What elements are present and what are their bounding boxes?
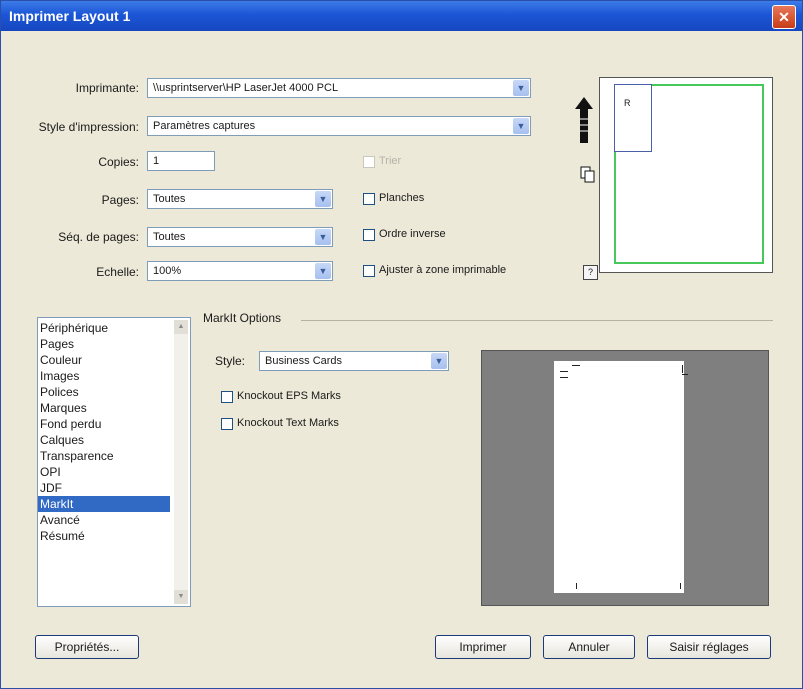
section-divider [301, 320, 773, 321]
help-icon[interactable]: ? [583, 265, 598, 280]
crop-mark [560, 377, 568, 378]
dialog-title: Imprimer Layout 1 [9, 8, 131, 24]
list-item[interactable]: Couleur [38, 352, 190, 368]
close-button[interactable]: ✕ [772, 5, 796, 29]
section-title: MarkIt Options [203, 311, 282, 325]
scale-value: 100% [153, 265, 182, 277]
scale-select[interactable]: 100% ▼ [147, 261, 333, 281]
print-style-select[interactable]: Paramètres captures ▼ [147, 116, 531, 136]
list-item[interactable]: Transparence [38, 448, 190, 464]
collate-checkbox[interactable] [363, 156, 375, 168]
reverse-order-checkbox[interactable] [363, 229, 375, 241]
list-scrollbar[interactable]: ▲ ▼ [174, 320, 188, 604]
list-item[interactable]: MarkIt [38, 496, 170, 512]
crop-mark [682, 365, 683, 373]
copies-label: Copies: [98, 155, 139, 169]
category-list[interactable]: Périphérique Pages Couleur Images Polices Mar… [37, 317, 191, 607]
list-item[interactable]: Fond perdu [38, 416, 190, 432]
close-icon: ✕ [778, 9, 790, 25]
spreads-checkbox[interactable] [363, 193, 375, 205]
copy-pages-icon [580, 166, 595, 183]
crop-mark [572, 365, 580, 366]
print-style-label: Style d'impression: [38, 120, 139, 134]
list-item[interactable]: Polices [38, 384, 190, 400]
paper-feed-arrow-icon [575, 97, 593, 143]
title-bar: Imprimer Layout 1 ✕ [1, 1, 802, 31]
capture-settings-button[interactable]: Saisir réglages [647, 635, 771, 659]
reverse-order-label: Ordre inverse [379, 228, 446, 240]
list-item[interactable]: Calques [38, 432, 190, 448]
list-item[interactable]: OPI [38, 464, 190, 480]
chevron-down-icon[interactable]: ▼ [513, 80, 529, 96]
knockout-text-checkbox[interactable] [221, 418, 233, 430]
crop-mark [560, 371, 568, 372]
list-item[interactable]: Pages [38, 336, 190, 352]
page-sequence-label: Séq. de pages: [58, 230, 139, 244]
list-item[interactable]: Avancé [38, 512, 190, 528]
printer-select[interactable]: \\usprintserver\HP LaserJet 4000 PCL ▼ [147, 78, 531, 98]
chevron-down-icon[interactable]: ▼ [513, 118, 529, 134]
collate-label: Trier [379, 155, 402, 167]
print-dialog: Imprimer Layout 1 ✕ Imprimante: Style d'… [0, 0, 803, 689]
knockout-eps-checkbox[interactable] [221, 391, 233, 403]
list-item[interactable]: Marques [38, 400, 190, 416]
scroll-up-icon[interactable]: ▲ [174, 320, 188, 334]
scale-label: Echelle: [96, 265, 139, 279]
page-sequence-select[interactable]: Toutes ▼ [147, 227, 333, 247]
style-label: Style: [215, 354, 246, 368]
markit-preview [481, 350, 769, 606]
chevron-down-icon[interactable]: ▼ [315, 263, 331, 279]
crop-mark [680, 583, 681, 589]
scroll-down-icon[interactable]: ▼ [174, 590, 188, 604]
page-preview: R [599, 77, 773, 273]
fit-printable-label: Ajuster à zone imprimable [379, 264, 507, 276]
printer-value: \\usprintserver\HP LaserJet 4000 PCL [153, 82, 339, 94]
crop-mark [682, 374, 688, 375]
knockout-text-label: Knockout Text Marks [237, 417, 339, 429]
chevron-down-icon[interactable]: ▼ [315, 229, 331, 245]
pages-label: Pages: [101, 193, 139, 207]
markit-style-value: Business Cards [265, 355, 343, 367]
page-position-label: R [624, 98, 631, 108]
page-position-box: R [614, 84, 652, 152]
spreads-label: Planches [379, 192, 425, 204]
copies-field[interactable]: 1 [147, 151, 215, 171]
preview-page [554, 361, 688, 593]
pages-select[interactable]: Toutes ▼ [147, 189, 333, 209]
crop-mark [576, 583, 577, 589]
chevron-down-icon[interactable]: ▼ [315, 191, 331, 207]
list-item[interactable]: Périphérique [38, 320, 190, 336]
list-item[interactable]: Résumé [38, 528, 190, 544]
properties-button[interactable]: Propriétés... [35, 635, 139, 659]
markit-style-select[interactable]: Business Cards ▼ [259, 351, 449, 371]
copies-value: 1 [153, 155, 160, 167]
knockout-eps-label: Knockout EPS Marks [237, 390, 341, 402]
list-item[interactable]: Images [38, 368, 190, 384]
page-sequence-value: Toutes [153, 231, 186, 243]
print-style-value: Paramètres captures [153, 120, 256, 132]
chevron-down-icon[interactable]: ▼ [431, 353, 447, 369]
printer-label: Imprimante: [75, 81, 139, 95]
fit-printable-checkbox[interactable] [363, 265, 375, 277]
list-item[interactable]: JDF [38, 480, 190, 496]
pages-value: Toutes [153, 193, 186, 205]
cancel-button[interactable]: Annuler [543, 635, 635, 659]
print-button[interactable]: Imprimer [435, 635, 531, 659]
